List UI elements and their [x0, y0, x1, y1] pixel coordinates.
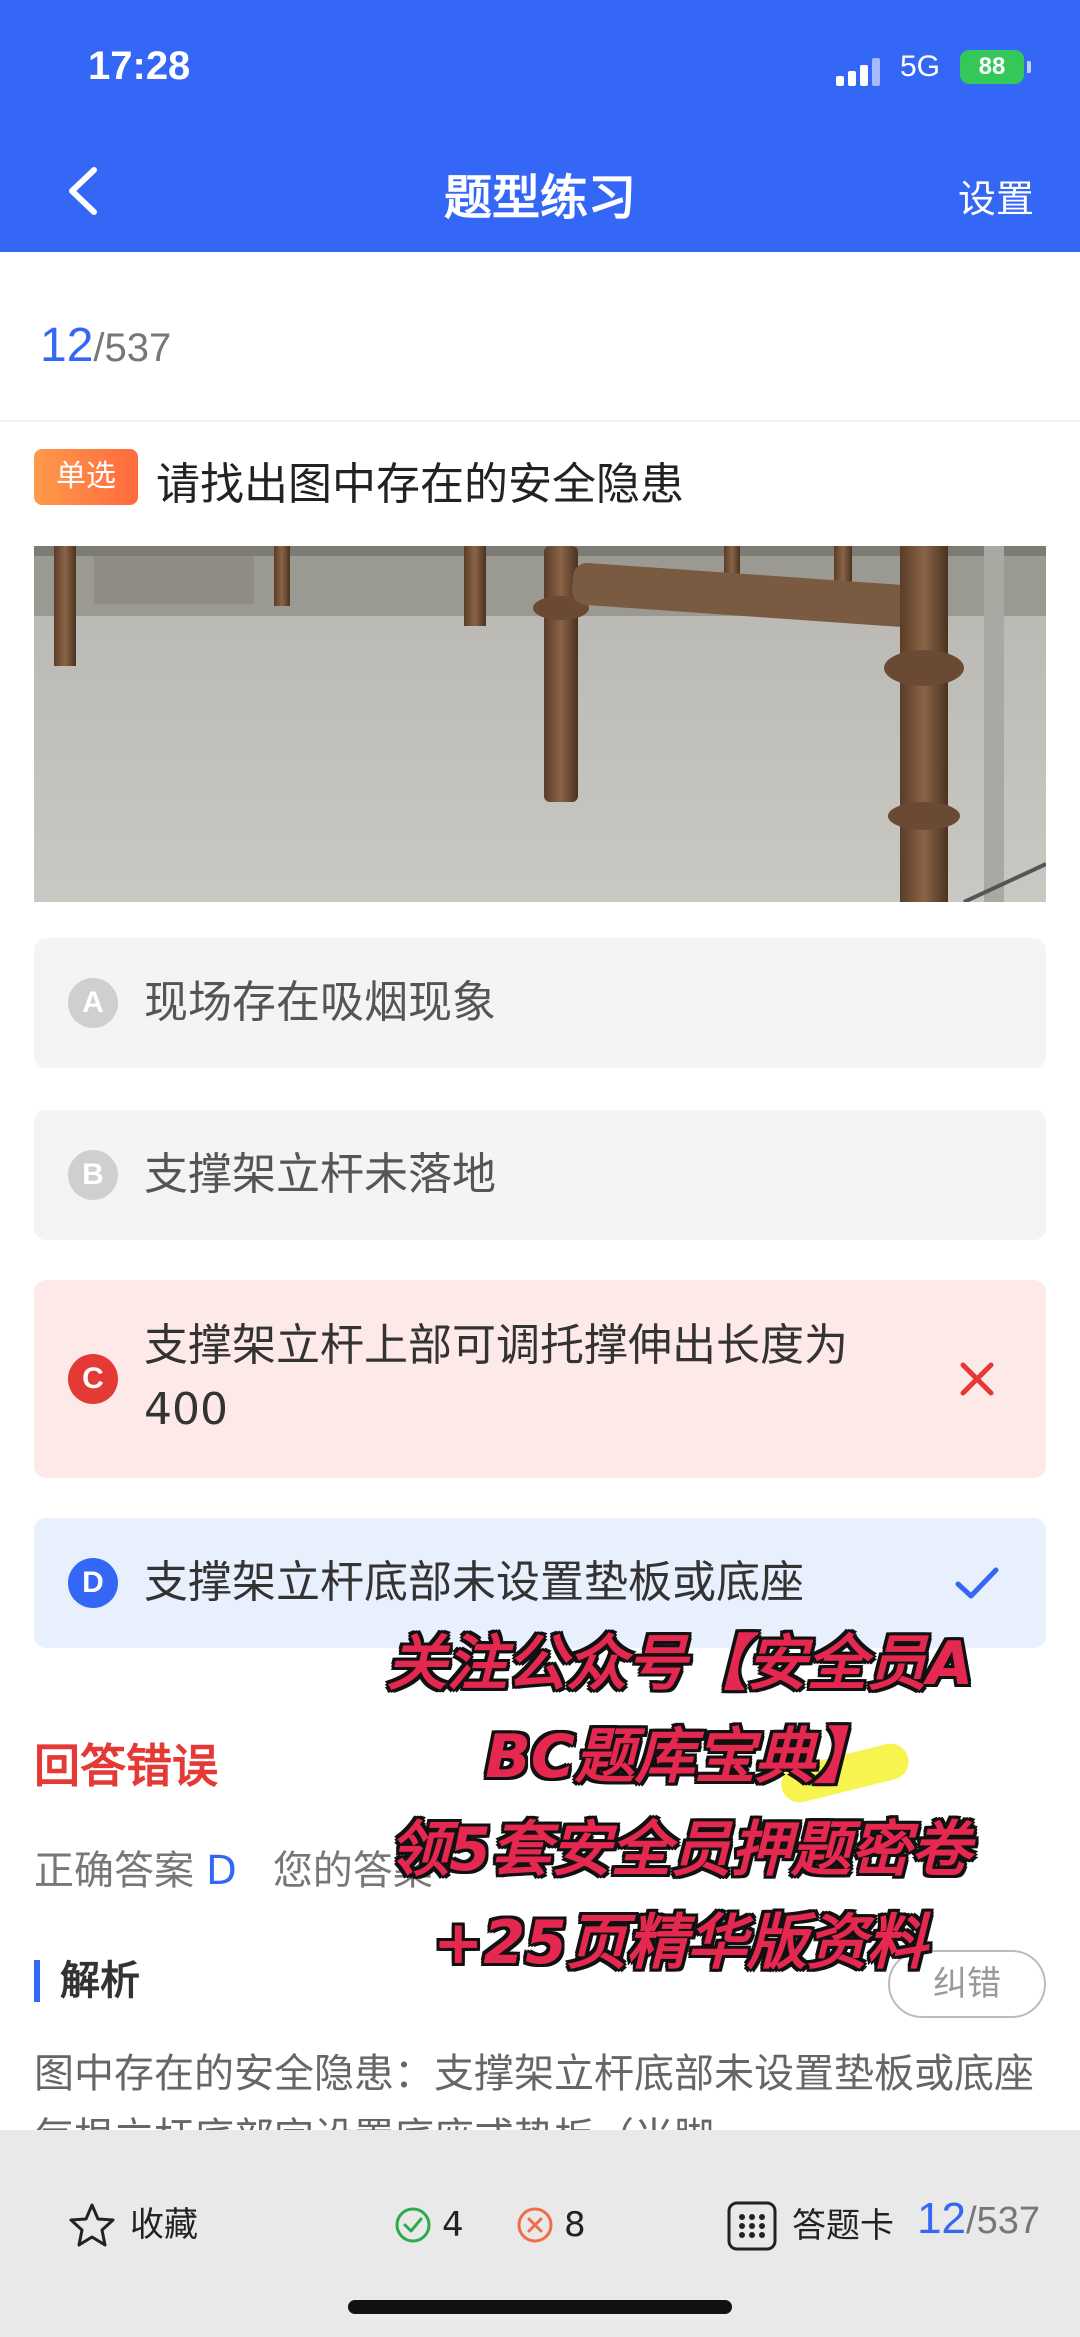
- question-image: [34, 546, 1046, 902]
- option-c-text: 支撑架立杆上部可调托撑伸出长度为 400: [144, 1314, 848, 1442]
- option-a-letter: A: [68, 978, 118, 1028]
- status-time: 17:28: [88, 44, 191, 88]
- grid-icon: [727, 2201, 777, 2251]
- correct-answer-value: D: [206, 1848, 237, 1894]
- option-a-text: 现场存在吸烟现象: [144, 977, 496, 1028]
- cross-circle-icon: [517, 2207, 553, 2243]
- analysis-title: 解析: [34, 1960, 140, 2002]
- page-title: 题型练习: [443, 170, 636, 226]
- option-c-letter: C: [68, 1354, 118, 1404]
- wrong-count-value: 8: [564, 2205, 586, 2245]
- signal-icon: [836, 58, 886, 86]
- promo-line-4: +25页精华版资料: [433, 1908, 927, 1978]
- cross-icon: [960, 1362, 994, 1396]
- correct-count: 4: [394, 2200, 464, 2250]
- option-b[interactable]: B 支撑架立杆未落地: [34, 1110, 1046, 1240]
- analysis-text: 图中存在的安全隐患：支撑架立杆底部未设置垫板或底座每根立杆底部宜设置底座或垫板（…: [34, 2051, 1034, 2132]
- option-b-text: 支撑架立杆未落地: [144, 1149, 496, 1200]
- answer-card-label: 答题卡: [792, 2206, 894, 2246]
- check-circle-icon: [395, 2207, 431, 2243]
- option-b-letter: B: [68, 1150, 118, 1200]
- divider: [0, 420, 1080, 422]
- result-label: 回答错误: [34, 1739, 218, 1793]
- question-progress: 12/537: [40, 318, 171, 373]
- bottom-progress: 12/537: [917, 2194, 1040, 2244]
- option-d-letter: D: [68, 1558, 118, 1608]
- home-indicator[interactable]: [348, 2300, 732, 2314]
- answer-card-button[interactable]: 答题卡: [726, 2200, 894, 2252]
- correct-answer-label: 正确答案: [34, 1848, 194, 1894]
- option-c-line2: 400: [144, 1384, 228, 1435]
- battery-icon: 88: [960, 50, 1031, 84]
- correct-count-value: 4: [442, 2205, 464, 2245]
- status-bar: 17:28 5G 88: [0, 0, 1080, 130]
- network-label: 5G: [900, 50, 941, 83]
- option-c-line1: 支撑架立杆上部可调托撑伸出长度为: [144, 1320, 848, 1371]
- bottom-progress-total: /537: [966, 2200, 1040, 2242]
- promo-line-1: 关注公众号【安全员A: [386, 1629, 974, 1699]
- check-icon: [955, 1567, 999, 1599]
- bottom-progress-current: 12: [917, 2194, 967, 2243]
- question-type-badge: 单选: [34, 449, 138, 505]
- promo-line-2: BC题库宝典】: [485, 1722, 875, 1792]
- favorite-label: 收藏: [130, 2205, 198, 2245]
- option-a[interactable]: A 现场存在吸烟现象: [34, 938, 1046, 1068]
- progress-total: /537: [93, 326, 172, 370]
- nav-bar: 题型练习 设置: [0, 130, 1080, 252]
- option-d-text: 支撑架立杆底部未设置垫板或底座: [144, 1557, 804, 1608]
- wrong-count: 8: [516, 2200, 586, 2250]
- option-c[interactable]: C 支撑架立杆上部可调托撑伸出长度为 400: [34, 1280, 1046, 1478]
- star-icon: [69, 2203, 115, 2247]
- settings-button[interactable]: 设置: [958, 168, 1034, 223]
- promo-overlay: 关注公众号【安全员A BC题库宝典】 领5套安全员押题密卷 +25页精华版资料: [320, 1618, 1040, 1990]
- favorite-button[interactable]: 收藏: [68, 2200, 198, 2250]
- promo-line-3: 领5套安全员押题密卷: [389, 1815, 971, 1885]
- question-text: 请找出图中存在的安全隐患: [156, 459, 684, 510]
- progress-current: 12: [40, 319, 94, 372]
